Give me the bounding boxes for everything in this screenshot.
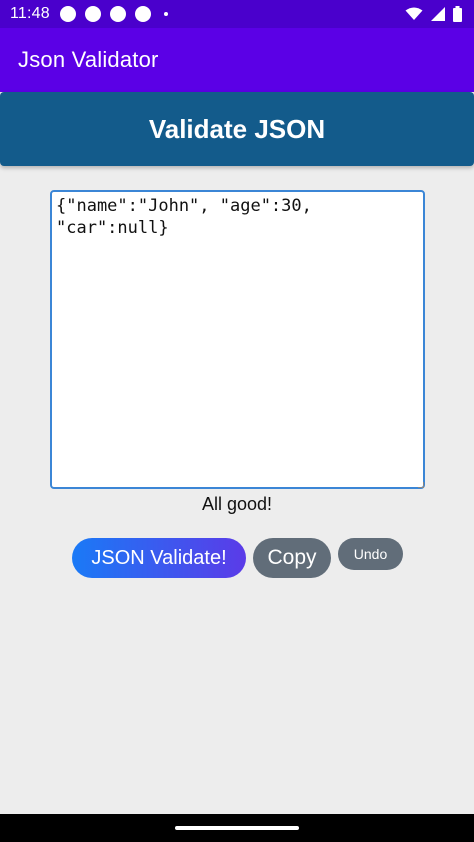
validation-message: All good! (201, 494, 273, 514)
signal-icon (431, 7, 445, 21)
battery-icon (453, 6, 462, 22)
wifi-icon (405, 7, 423, 20)
app-title: Json Validator (18, 47, 159, 72)
json-input[interactable]: {"name":"John", "age":30, "car":null} (50, 190, 425, 489)
notification-circle-icon (109, 6, 126, 22)
home-gesture-handle[interactable] (175, 826, 299, 830)
status-indicators (405, 6, 462, 22)
notification-circle-icon (59, 6, 76, 22)
status-bar: 11:48 (0, 0, 474, 28)
undo-button[interactable]: Undo (338, 538, 403, 570)
more-notifications-dot-icon (163, 12, 168, 16)
navigation-bar (0, 814, 474, 842)
header-card: Validate JSON (0, 92, 474, 166)
resize-handle-icon[interactable] (418, 482, 424, 488)
header-title: Validate JSON (148, 113, 326, 144)
status-time: 11:48 (10, 5, 50, 22)
app-bar: Json Validator (0, 28, 474, 92)
app-screen: 11:48 Json Validator Validate JSON {"nam… (0, 0, 474, 842)
copy-button[interactable]: Copy (253, 538, 331, 578)
notification-circle-icon (134, 6, 151, 22)
json-validate-button[interactable]: JSON Validate! (72, 538, 246, 578)
notification-circle-icon (84, 6, 101, 22)
